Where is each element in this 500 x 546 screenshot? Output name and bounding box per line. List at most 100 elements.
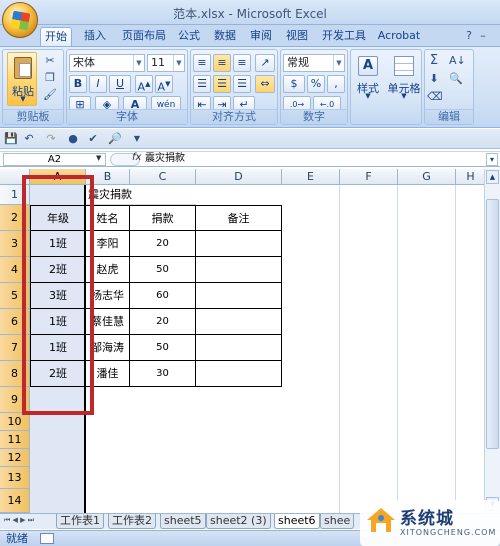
- sheet-nav-icons[interactable]: ⏮ ◀ ▶ ⏭: [4, 516, 34, 525]
- column-header-d[interactable]: D: [196, 169, 282, 185]
- sheet-tab-active[interactable]: sheet6: [274, 514, 320, 529]
- help-icon[interactable]: ?: [462, 29, 476, 43]
- chevron-down-icon: ▼: [133, 55, 144, 71]
- align-bottom-button[interactable]: ≡: [233, 54, 251, 72]
- italic-button[interactable]: I: [89, 75, 107, 93]
- expand-formula-bar-icon[interactable]: ▾: [486, 153, 498, 166]
- merge-center-button[interactable]: ⇔: [255, 75, 275, 93]
- cell-b1-title[interactable]: 震灾捐款: [86, 185, 196, 205]
- table-cell[interactable]: [196, 231, 282, 257]
- row-header[interactable]: 14: [0, 489, 30, 513]
- shrink-font-button[interactable]: A▼: [155, 75, 173, 94]
- spelling-icon[interactable]: ✔: [86, 132, 100, 146]
- tab-data[interactable]: 数据: [210, 27, 240, 46]
- table-cell[interactable]: 20: [130, 231, 196, 257]
- percent-button[interactable]: %: [307, 75, 325, 93]
- tab-formulas[interactable]: 公式: [174, 27, 204, 46]
- grow-font-button[interactable]: A▲: [135, 75, 153, 94]
- editing-group-label: 编辑: [425, 109, 473, 124]
- undo-icon[interactable]: ↶: [22, 132, 36, 146]
- row-header[interactable]: 13: [0, 467, 30, 489]
- minimize-ribbon-icon[interactable]: –: [476, 29, 490, 43]
- tab-acrobat[interactable]: Acrobat: [376, 27, 422, 46]
- align-middle-button[interactable]: ≡: [213, 54, 231, 72]
- orientation-button[interactable]: ↗: [255, 54, 275, 72]
- align-right-button[interactable]: ☰: [233, 75, 251, 93]
- vertical-scrollbar[interactable]: ▲ ▼: [484, 169, 500, 513]
- table-cell[interactable]: 60: [130, 283, 196, 309]
- chevron-down-icon[interactable]: ▼: [96, 154, 101, 162]
- underline-button[interactable]: U: [109, 75, 131, 93]
- bold-button[interactable]: B: [69, 75, 87, 93]
- name-box[interactable]: A2: [3, 153, 106, 166]
- sheet-tab[interactable]: sheet5: [160, 514, 206, 529]
- print-preview-icon[interactable]: 🔎: [108, 132, 122, 146]
- sheet-tab[interactable]: sheet2 (3): [206, 514, 271, 529]
- table-cell[interactable]: 50: [130, 335, 196, 361]
- table-cell[interactable]: 50: [130, 257, 196, 283]
- sort-filter-icon[interactable]: A↓: [449, 54, 466, 68]
- column-header-h[interactable]: H: [456, 169, 486, 185]
- fill-icon[interactable]: ⬇: [427, 72, 441, 86]
- table-cell[interactable]: 20: [130, 309, 196, 335]
- cell-header-notes[interactable]: 备注: [196, 205, 282, 231]
- table-cell[interactable]: [196, 309, 282, 335]
- scroll-thumb[interactable]: [486, 199, 499, 449]
- save-icon[interactable]: 💾: [4, 132, 18, 146]
- cells-button[interactable]: 单元格 ▼: [386, 54, 421, 106]
- font-size-value: 11: [151, 56, 165, 69]
- styles-button[interactable]: A 样式 ▼: [354, 54, 382, 106]
- tab-page-layout[interactable]: 页面布局: [118, 27, 170, 46]
- worksheet-grid[interactable]: A B C D E F G H 1 2 3 4 5 6 7 8 9 10 11 …: [0, 169, 500, 513]
- column-header-e[interactable]: E: [282, 169, 340, 185]
- table-cell[interactable]: [196, 361, 282, 387]
- copy-icon[interactable]: ❐: [43, 71, 57, 85]
- align-left-button[interactable]: ☰: [193, 75, 211, 93]
- row-header[interactable]: 12: [0, 449, 30, 467]
- tab-developer[interactable]: 开发工具: [318, 27, 370, 46]
- cut-icon[interactable]: ✂: [43, 54, 57, 68]
- font-name-value: 宋体: [73, 56, 95, 69]
- refresh-icon[interactable]: ●: [66, 132, 80, 146]
- sheet-tab[interactable]: shee: [320, 514, 355, 529]
- column-header-f[interactable]: F: [340, 169, 398, 185]
- autosum-icon[interactable]: Σ: [427, 54, 441, 68]
- cell-header-donation[interactable]: 捐款: [130, 205, 196, 231]
- sheet-tab[interactable]: 工作表2: [108, 514, 156, 529]
- cells-group: 单元格 ▼: [384, 49, 422, 125]
- align-center-button[interactable]: ☰: [213, 75, 231, 93]
- house-logo-icon: [366, 506, 396, 534]
- font-group: 宋体 ▼ 11 ▼ B I U A▲ A▼ ⊞ ◈ A wén 字体: [66, 49, 188, 125]
- tab-insert[interactable]: 插入: [80, 27, 110, 46]
- align-top-button[interactable]: ≡: [193, 54, 211, 72]
- redo-icon[interactable]: ↷: [44, 132, 58, 146]
- font-size-select[interactable]: 11 ▼: [147, 54, 185, 72]
- formula-input[interactable]: 震灾捐款: [145, 153, 485, 166]
- font-name-select[interactable]: 宋体 ▼: [69, 54, 145, 72]
- sheet-tab[interactable]: 工作表1: [56, 514, 104, 529]
- macro-record-icon[interactable]: [40, 533, 54, 544]
- format-painter-icon[interactable]: 🖌: [43, 88, 57, 102]
- table-cell[interactable]: 30: [130, 361, 196, 387]
- office-button[interactable]: [2, 2, 38, 38]
- comma-button[interactable]: ,: [327, 75, 345, 93]
- table-cell[interactable]: [196, 283, 282, 309]
- row-header[interactable]: 10: [0, 413, 30, 431]
- scroll-up-icon[interactable]: ▲: [486, 170, 499, 184]
- currency-button[interactable]: $: [283, 75, 305, 93]
- clear-icon[interactable]: ⌫: [427, 90, 443, 104]
- table-cell[interactable]: [196, 257, 282, 283]
- tab-view[interactable]: 视图: [282, 27, 312, 46]
- table-cell[interactable]: [196, 335, 282, 361]
- column-header-c[interactable]: C: [130, 169, 196, 185]
- find-select-icon[interactable]: 🔍: [449, 72, 463, 86]
- number-format-select[interactable]: 常规 ▼: [283, 54, 345, 72]
- paste-button[interactable]: 粘贴 ▼: [7, 52, 37, 106]
- row-header[interactable]: 11: [0, 431, 30, 449]
- customize-toolbar-icon[interactable]: ▼: [130, 132, 144, 146]
- tab-home[interactable]: 开始: [40, 27, 72, 46]
- fx-icon[interactable]: fx: [132, 152, 141, 163]
- column-header-g[interactable]: G: [398, 169, 456, 185]
- alignment-group: ≡ ≡ ≡ ↗ ☰ ☰ ☰ ⇔ ⇤ ⇥ ↵ 对齐方式: [190, 49, 278, 125]
- tab-review[interactable]: 审阅: [246, 27, 276, 46]
